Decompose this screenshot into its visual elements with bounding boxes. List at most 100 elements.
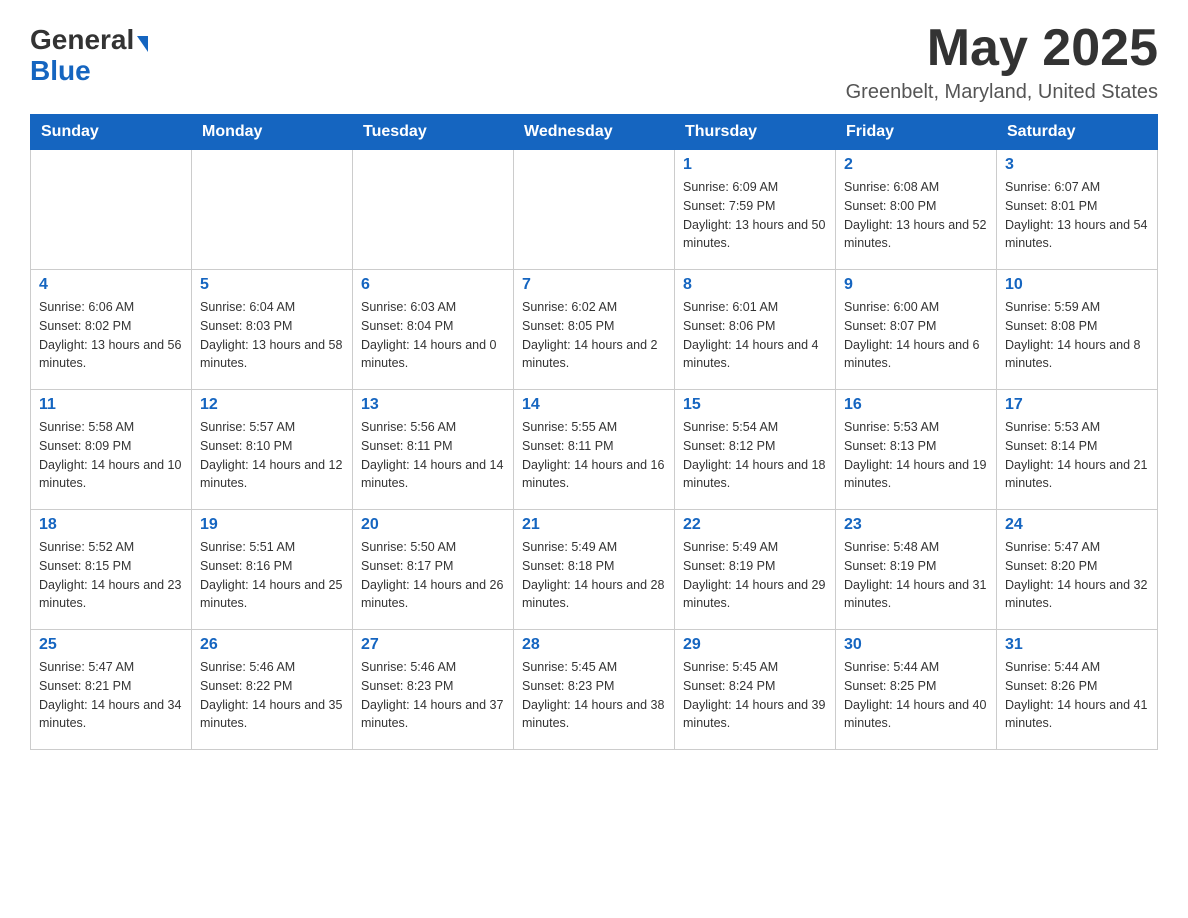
day-info: Sunrise: 5:55 AMSunset: 8:11 PMDaylight:…: [522, 418, 666, 493]
day-info-line: Daylight: 14 hours and 25 minutes.: [200, 578, 342, 611]
day-info-line: Sunrise: 6:09 AM: [683, 180, 778, 194]
day-number: 9: [844, 276, 988, 294]
day-number: 27: [361, 636, 505, 654]
calendar-cell-w4-d4: 21Sunrise: 5:49 AMSunset: 8:18 PMDayligh…: [514, 510, 675, 630]
calendar-table: Sunday Monday Tuesday Wednesday Thursday…: [30, 114, 1158, 750]
header-thursday: Thursday: [675, 115, 836, 150]
day-info-line: Sunrise: 5:52 AM: [39, 540, 134, 554]
day-info-line: Daylight: 14 hours and 41 minutes.: [1005, 698, 1147, 731]
calendar-cell-w1-d7: 3Sunrise: 6:07 AMSunset: 8:01 PMDaylight…: [997, 150, 1158, 270]
day-info-line: Sunrise: 5:44 AM: [844, 660, 939, 674]
day-info: Sunrise: 5:44 AMSunset: 8:26 PMDaylight:…: [1005, 658, 1149, 733]
calendar-cell-w5-d5: 29 Sunrise: 5:45 AMSunset: 8:24 PMDayligh…: [675, 630, 836, 750]
day-number: 12: [200, 396, 344, 414]
day-info-line: Sunset: 8:10 PM: [200, 439, 292, 453]
day-number: 4: [39, 276, 183, 294]
calendar-cell-w2-d7: 10Sunrise: 5:59 AMSunset: 8:08 PMDayligh…: [997, 270, 1158, 390]
day-info: Sunrise: 5:45 AMSunset: 8:24 PMDaylight:…: [683, 658, 827, 733]
header-wednesday: Wednesday: [514, 115, 675, 150]
day-info-line: Sunrise: 6:07 AM: [1005, 180, 1100, 194]
calendar-week-3: 11Sunrise: 5:58 AMSunset: 8:09 PMDayligh…: [31, 390, 1158, 510]
day-info-line: Sunset: 8:19 PM: [683, 559, 775, 573]
day-info-line: Sunset: 8:06 PM: [683, 319, 775, 333]
location-subtitle: Greenbelt, Maryland, United States: [846, 81, 1158, 104]
header-friday: Friday: [836, 115, 997, 150]
day-info: Sunrise: 5:47 AMSunset: 8:21 PMDaylight:…: [39, 658, 183, 733]
day-info-line: Sunset: 8:25 PM: [844, 679, 936, 693]
day-info-line: Daylight: 13 hours and 52 minutes.: [844, 218, 986, 251]
day-info-line: Daylight: 14 hours and 21 minutes.: [1005, 458, 1147, 491]
day-info-line: Daylight: 14 hours and 34 minutes.: [39, 698, 181, 731]
day-info-line: Daylight: 14 hours and 0 minutes.: [361, 338, 497, 371]
day-info-line: Sunrise: 5:45 AM: [522, 660, 617, 674]
day-info: Sunrise: 5:49 AMSunset: 8:18 PMDaylight:…: [522, 538, 666, 613]
day-info-line: Daylight: 13 hours and 54 minutes.: [1005, 218, 1147, 251]
day-info: Sunrise: 6:01 AMSunset: 8:06 PMDaylight:…: [683, 298, 827, 373]
calendar-cell-w4-d7: 24Sunrise: 5:47 AMSunset: 8:20 PMDayligh…: [997, 510, 1158, 630]
day-info: Sunrise: 6:09 AMSunset: 7:59 PMDaylight:…: [683, 178, 827, 253]
day-info-line: Daylight: 14 hours and 37 minutes.: [361, 698, 503, 731]
day-info: Sunrise: 6:02 AMSunset: 8:05 PMDaylight:…: [522, 298, 666, 373]
day-number: 18: [39, 516, 183, 534]
calendar-cell-w2-d4: 7Sunrise: 6:02 AMSunset: 8:05 PMDaylight…: [514, 270, 675, 390]
day-info: Sunrise: 5:56 AMSunset: 8:11 PMDaylight:…: [361, 418, 505, 493]
calendar-cell-w4-d1: 18Sunrise: 5:52 AMSunset: 8:15 PMDayligh…: [31, 510, 192, 630]
day-number: 20: [361, 516, 505, 534]
day-info-line: Sunset: 8:14 PM: [1005, 439, 1097, 453]
day-info-line: Daylight: 14 hours and 40 minutes.: [844, 698, 986, 731]
day-info: Sunrise: 5:47 AMSunset: 8:20 PMDaylight:…: [1005, 538, 1149, 613]
calendar-cell-w2-d5: 8Sunrise: 6:01 AMSunset: 8:06 PMDaylight…: [675, 270, 836, 390]
day-number: 29: [683, 636, 827, 654]
day-info-line: Sunset: 8:23 PM: [522, 679, 614, 693]
day-info-line: Daylight: 13 hours and 58 minutes.: [200, 338, 342, 371]
day-info-line: Sunset: 8:09 PM: [39, 439, 131, 453]
day-number: 6: [361, 276, 505, 294]
day-info-line: Daylight: 14 hours and 28 minutes.: [522, 578, 664, 611]
day-info-line: Sunrise: 6:03 AM: [361, 300, 456, 314]
day-info: Sunrise: 5:48 AMSunset: 8:19 PMDaylight:…: [844, 538, 988, 613]
day-number: 13: [361, 396, 505, 414]
day-info-line: Sunset: 8:18 PM: [522, 559, 614, 573]
day-info-line: Sunrise: 5:53 AM: [844, 420, 939, 434]
calendar-week-4: 18 Sunrise: 5:52 AM Sunset: 8:15 PM Dayligh…: [31, 510, 1158, 630]
day-number: 16: [844, 396, 988, 414]
day-info-line: Sunset: 8:22 PM: [200, 679, 292, 693]
day-info: Sunrise: 5:52 AMSunset: 8:15 PMDaylight:…: [39, 538, 183, 613]
day-info-line: Daylight: 14 hours and 10 minutes.: [39, 458, 181, 491]
day-info-line: Sunset: 8:13 PM: [844, 439, 936, 453]
calendar-cell-w2-d2: 5Sunrise: 6:04 AMSunset: 8:03 PMDaylight…: [192, 270, 353, 390]
day-info: Sunrise: 6:03 AMSunset: 8:04 PMDaylight:…: [361, 298, 505, 373]
day-info: Sunrise: 6:07 AM Sunset: 8:01 PM Daylight:…: [1005, 178, 1149, 253]
day-info-line: Daylight: 14 hours and 8 minutes.: [1005, 338, 1141, 371]
day-info-line: Daylight: 14 hours and 31 minutes.: [844, 578, 986, 611]
day-info: Sunrise: 6:04 AMSunset: 8:03 PMDaylight:…: [200, 298, 344, 373]
day-number: 23: [844, 516, 988, 534]
day-info-line: Sunset: 8:16 PM: [200, 559, 292, 573]
day-info: Sunrise: 5:49 AMSunset: 8:19 PMDaylight:…: [683, 538, 827, 613]
day-info-line: Sunset: 8:11 PM: [361, 439, 453, 453]
day-info-line: Sunrise: 6:06 AM: [39, 300, 134, 314]
day-number: 11: [39, 396, 183, 414]
day-number: 19: [200, 516, 344, 534]
day-info-line: Daylight: 14 hours and 32 minutes.: [1005, 578, 1147, 611]
day-number: 1: [683, 156, 827, 174]
day-info-line: Sunset: 8:07 PM: [844, 319, 936, 333]
calendar-cell-w3-d2: 12Sunrise: 5:57 AMSunset: 8:10 PMDayligh…: [192, 390, 353, 510]
day-info: Sunrise: 6:00 AMSunset: 8:07 PMDaylight:…: [844, 298, 988, 373]
day-info: Sunrise: 5:53 AMSunset: 8:13 PMDaylight:…: [844, 418, 988, 493]
day-info-line: Daylight: 14 hours and 4 minutes.: [683, 338, 819, 371]
day-info: Sunrise: 5:54 AMSunset: 8:12 PMDaylight:…: [683, 418, 827, 493]
day-info-line: Daylight: 14 hours and 16 minutes.: [522, 458, 664, 491]
calendar-cell-w5-d1: 25Sunrise: 5:47 AMSunset: 8:21 PMDayligh…: [31, 630, 192, 750]
day-info-line: Sunset: 7:59 PM: [683, 199, 775, 213]
day-info-line: Sunset: 8:01 PM: [1005, 199, 1097, 213]
day-number: 26: [200, 636, 344, 654]
calendar-cell-w4-d3: 20Sunrise: 5:50 AMSunset: 8:17 PMDayligh…: [353, 510, 514, 630]
day-info-line: Sunrise: 5:59 AM: [1005, 300, 1100, 314]
day-info-line: Sunset: 8:02 PM: [39, 319, 131, 333]
day-info-line: Sunset: 8:15 PM: [39, 559, 131, 573]
calendar-week-5: 25Sunrise: 5:47 AMSunset: 8:21 PMDayligh…: [31, 630, 1158, 750]
day-number: 10: [1005, 276, 1149, 294]
day-number: 28: [522, 636, 666, 654]
day-info-line: Sunset: 8:19 PM: [844, 559, 936, 573]
